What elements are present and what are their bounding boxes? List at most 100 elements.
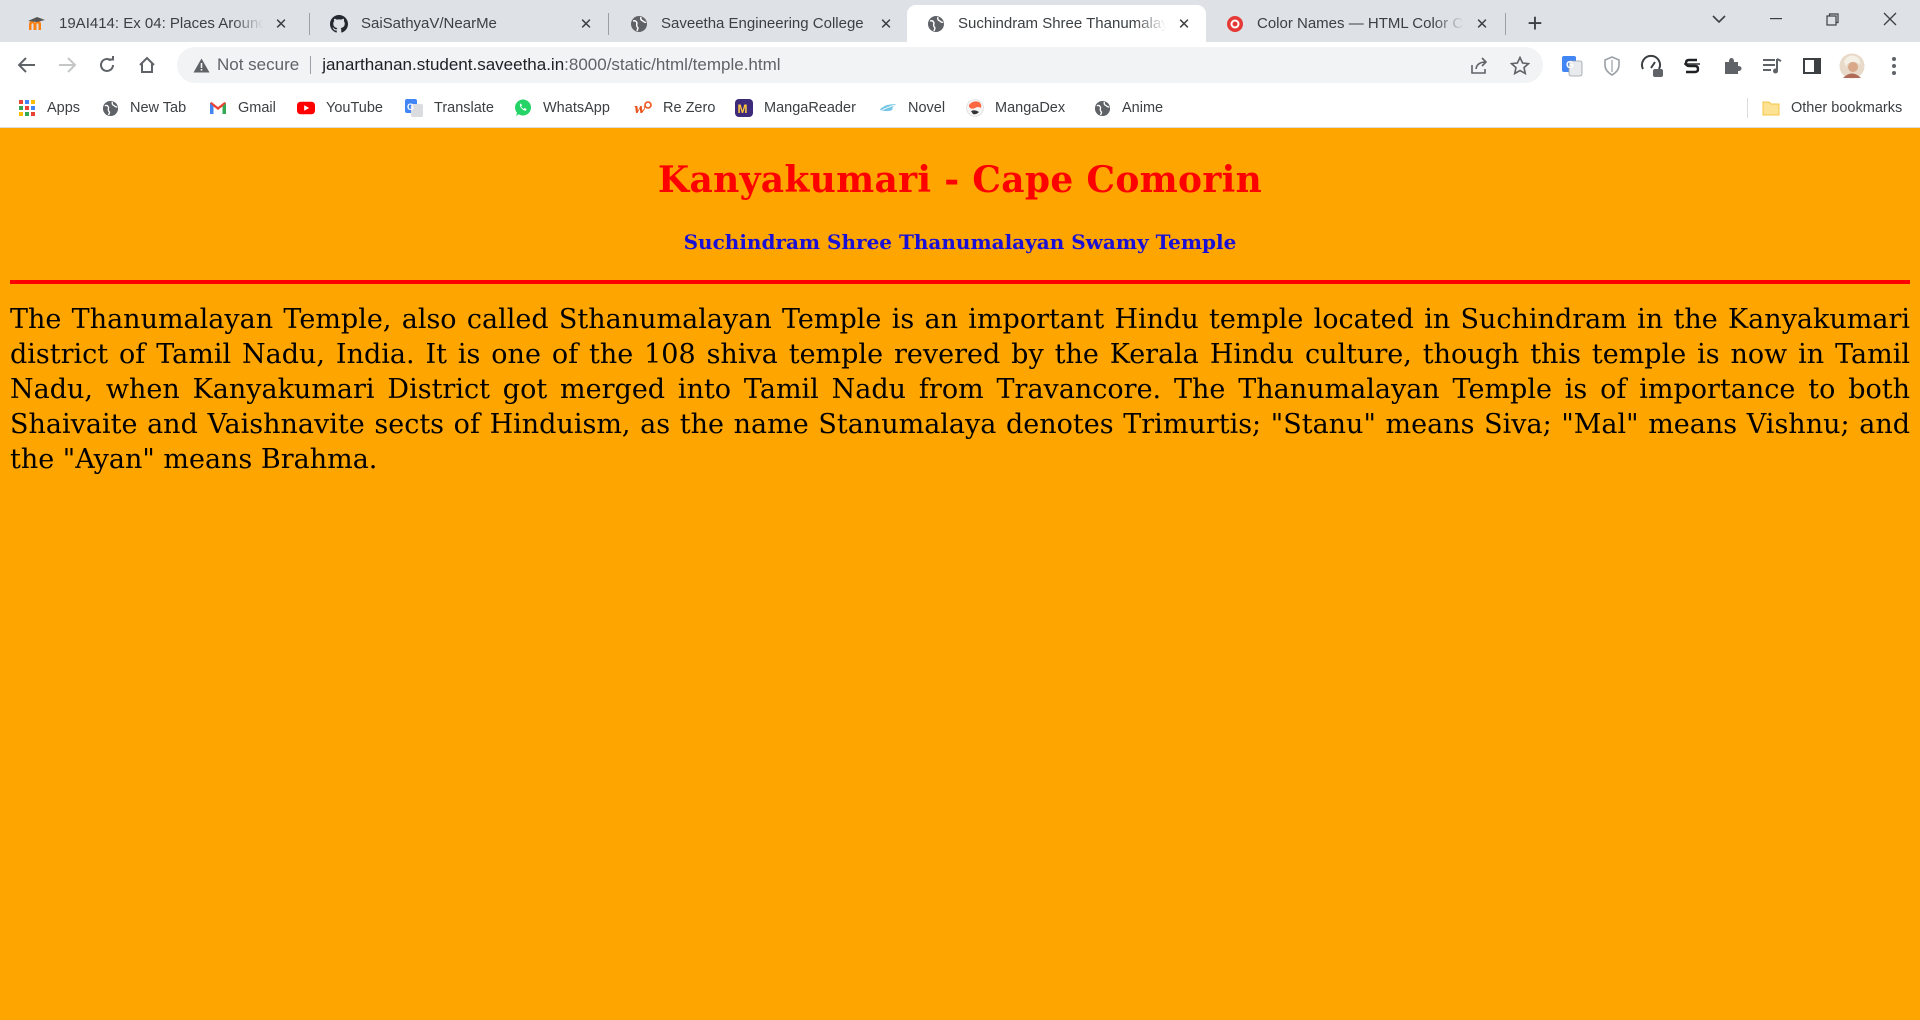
- home-button[interactable]: [131, 49, 163, 81]
- arrow-right-icon: [59, 57, 76, 73]
- minimize-icon: [1770, 18, 1782, 20]
- bookmark-re-zero[interactable]: w Re Zero: [634, 94, 715, 122]
- google-translate-extension-icon[interactable]: G: [1558, 52, 1586, 80]
- gmail-icon: [209, 99, 227, 117]
- bookmark-label: Re Zero: [663, 100, 716, 116]
- shield-extension-icon[interactable]: [1598, 52, 1626, 80]
- close-tab-icon[interactable]: ✕: [1472, 14, 1492, 34]
- tab-search-button[interactable]: [1691, 0, 1747, 38]
- close-icon: [1883, 12, 1897, 26]
- bookmark-new-tab[interactable]: New Tab: [101, 94, 186, 122]
- tab-title: SaiSathyaV/NearMe: [361, 15, 497, 32]
- chrome-menu-icon[interactable]: [1880, 52, 1908, 80]
- media-queue-icon[interactable]: [1758, 52, 1786, 80]
- page-content: Kanyakumari - Cape Comorin Suchindram Sh…: [0, 129, 1920, 1020]
- tab-title: Suchindram Shree Thanumalayan Swamy Temp…: [958, 15, 1166, 32]
- reload-button[interactable]: [91, 49, 123, 81]
- tab-title: 19AI414: Ex 04: Places Around Me: [59, 15, 263, 32]
- horizontal-rule: [10, 280, 1910, 284]
- globe-icon: [630, 15, 648, 33]
- folder-icon: [1762, 99, 1780, 117]
- tab-temple-active[interactable]: Suchindram Shree Thanumalayan Swamy Temp…: [907, 5, 1206, 42]
- profile-avatar[interactable]: [1838, 52, 1866, 80]
- bookmark-label: Apps: [47, 100, 81, 116]
- tab-saveetha[interactable]: Saveetha Engineering College ✕: [610, 5, 908, 42]
- arrow-left-icon: [18, 57, 35, 73]
- bookmark-anime[interactable]: Anime: [1093, 94, 1163, 122]
- close-tab-icon[interactable]: ✕: [876, 14, 896, 34]
- tab-color-names[interactable]: Color Names — HTML Color Codes ✕: [1206, 5, 1504, 42]
- bookmark-novel[interactable]: Novel: [879, 94, 945, 122]
- url-host: janarthanan.student.saveetha.in: [322, 55, 565, 74]
- bookmark-mangadex[interactable]: MangaDex: [966, 94, 1065, 122]
- close-tab-icon[interactable]: ✕: [271, 14, 291, 34]
- bookmark-whatsapp[interactable]: WhatsApp: [514, 94, 610, 122]
- bookmark-label: New Tab: [130, 100, 187, 116]
- page-heading: Kanyakumari - Cape Comorin: [657, 159, 1263, 201]
- back-button[interactable]: [11, 49, 43, 81]
- bookmark-mangareader[interactable]: M MangaReader: [735, 94, 856, 122]
- bookmark-label: MangaReader: [764, 100, 856, 116]
- bookmark-label: Gmail: [238, 100, 276, 116]
- bookmark-apps[interactable]: Apps: [18, 94, 80, 122]
- translate-icon: G: [405, 99, 423, 117]
- mangareader-icon: M: [735, 99, 753, 117]
- omnibox-divider: [310, 56, 312, 74]
- url-text[interactable]: janarthanan.student.saveetha.in:8000/sta…: [322, 55, 780, 75]
- home-icon: [139, 56, 155, 73]
- novel-icon: [879, 99, 897, 117]
- mangadex-icon: [966, 99, 984, 117]
- chevron-down-icon: [1712, 14, 1726, 23]
- url-path: :8000/static/html/temple.html: [564, 55, 781, 74]
- side-panel-icon[interactable]: [1798, 52, 1826, 80]
- close-tab-icon[interactable]: ✕: [576, 14, 596, 34]
- speedometer-extension-icon[interactable]: [1638, 52, 1666, 80]
- tab-separator: [608, 13, 609, 35]
- bookmark-youtube[interactable]: YouTube: [297, 94, 383, 122]
- close-tab-icon[interactable]: ✕: [1174, 14, 1194, 34]
- minimize-button[interactable]: [1748, 0, 1804, 38]
- restore-icon: [1825, 12, 1839, 26]
- reload-icon: [100, 56, 114, 72]
- temple-description: The Thanumalayan Temple, also called Sth…: [10, 304, 1910, 475]
- whatsapp-icon: [514, 99, 532, 117]
- bookmark-gmail[interactable]: Gmail: [209, 94, 276, 122]
- bookmark-label: YouTube: [326, 100, 383, 116]
- extensions-puzzle-icon[interactable]: [1718, 52, 1746, 80]
- address-bar[interactable]: Not secure janarthanan.student.saveetha.…: [177, 47, 1543, 83]
- github-icon: [330, 14, 348, 33]
- color-icon: [1226, 15, 1244, 33]
- restore-button[interactable]: [1804, 0, 1860, 38]
- bookmark-star-icon[interactable]: [1507, 53, 1533, 79]
- tab-places-around-me[interactable]: 19AI414: Ex 04: Places Around Me ✕: [8, 5, 303, 42]
- s-extension-icon[interactable]: [1678, 52, 1706, 80]
- globe-icon: [927, 15, 945, 33]
- apps-grid-icon: [18, 99, 36, 117]
- bookmark-label: Other bookmarks: [1791, 100, 1903, 116]
- share-icon[interactable]: [1467, 53, 1493, 79]
- security-label[interactable]: Not secure: [217, 55, 299, 75]
- close-window-button[interactable]: [1862, 0, 1918, 38]
- bookmark-label: Anime: [1122, 100, 1164, 116]
- bookmarks-bar: Apps New Tab Gmail YouTube G Translate W…: [0, 88, 1920, 128]
- moodle-icon: [28, 15, 46, 33]
- bookmark-label: Novel: [908, 100, 946, 116]
- tab-github-nearme[interactable]: SaiSathyaV/NearMe ✕: [310, 5, 608, 42]
- bookmark-label: Translate: [434, 100, 494, 116]
- other-bookmarks[interactable]: Other bookmarks: [1762, 94, 1902, 122]
- browser-toolbar: Not secure janarthanan.student.saveetha.…: [0, 42, 1920, 88]
- new-tab-button[interactable]: +: [1519, 7, 1551, 39]
- tab-strip: 19AI414: Ex 04: Places Around Me ✕ SaiSa…: [0, 0, 1920, 42]
- bookmark-label: WhatsApp: [543, 100, 610, 116]
- bookmark-label: MangaDex: [995, 100, 1066, 116]
- tab-title: Color Names — HTML Color Codes: [1257, 15, 1464, 32]
- warning-icon[interactable]: [191, 55, 211, 75]
- tab-title: Saveetha Engineering College: [661, 15, 864, 32]
- globe-icon: [101, 99, 119, 117]
- youtube-icon: [297, 99, 315, 117]
- forward-button[interactable]: [51, 49, 83, 81]
- bookmark-translate[interactable]: G Translate: [405, 94, 494, 122]
- tab-separator: [1505, 13, 1506, 35]
- globe-icon: [1093, 99, 1111, 117]
- svg-text:M: M: [738, 102, 748, 116]
